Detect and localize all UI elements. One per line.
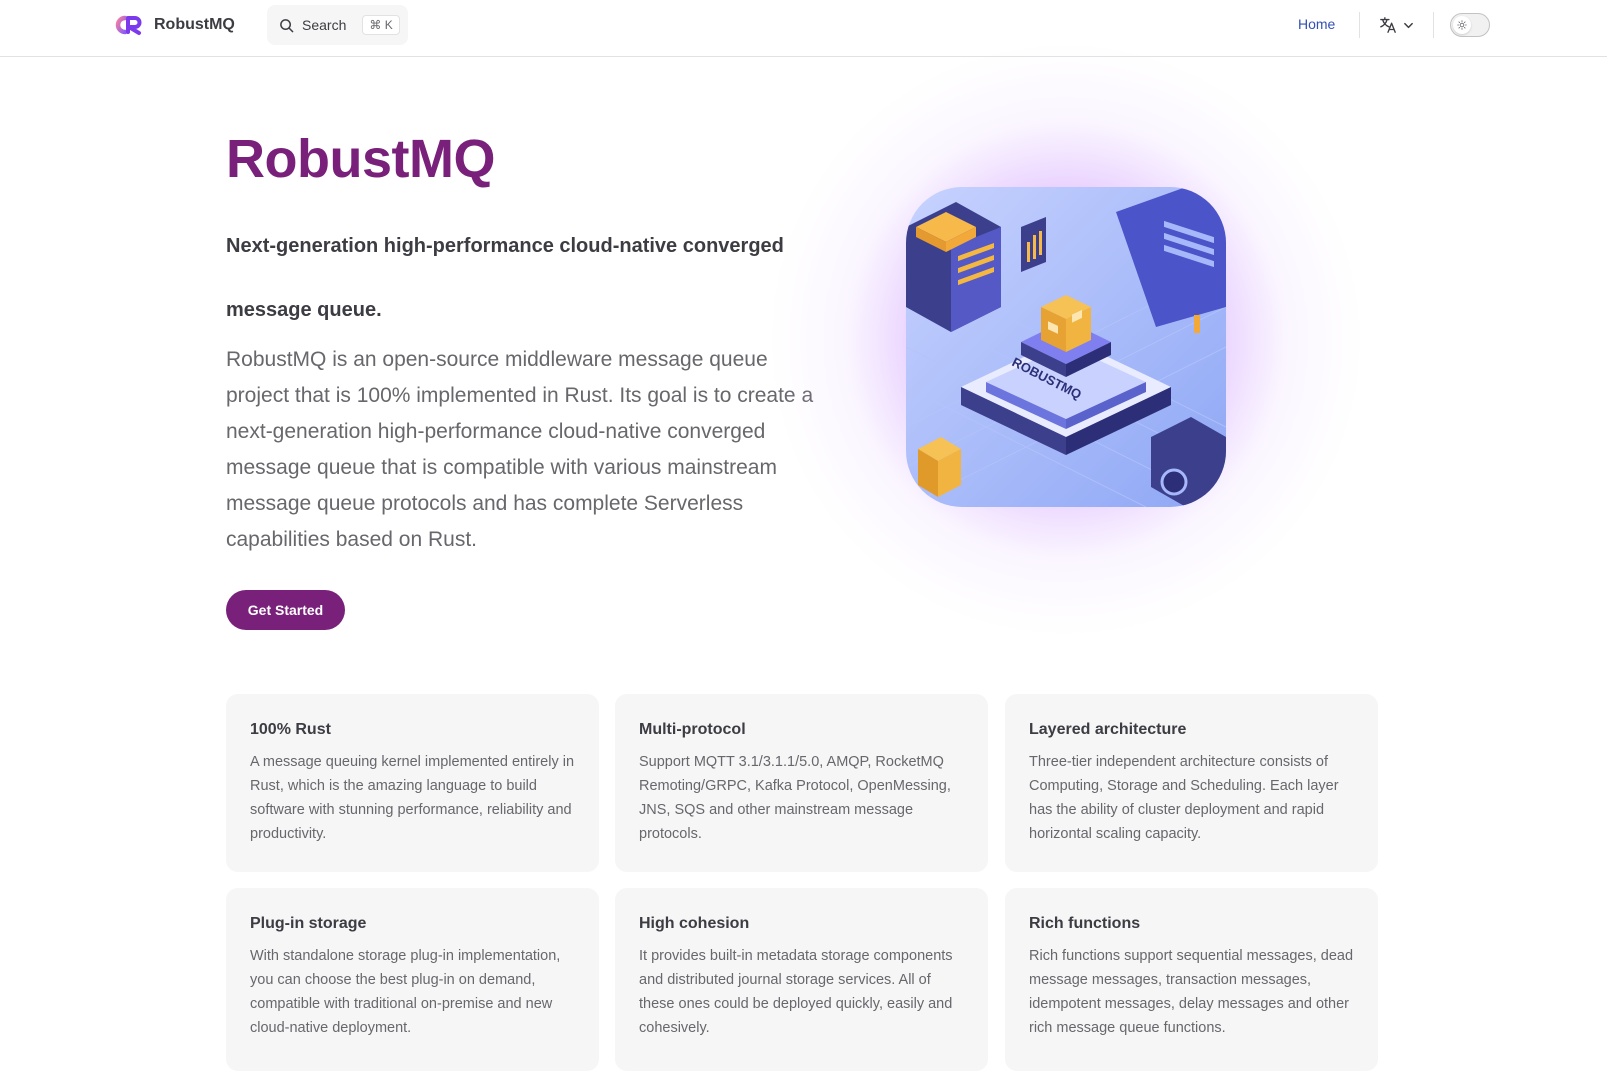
theme-toggle-knob <box>1453 16 1471 34</box>
search-icon <box>280 18 294 32</box>
feature-title: High cohesion <box>639 915 750 932</box>
feature-description: Rich functions support sequential messag… <box>1029 948 1354 1036</box>
feature-card: 100% Rust A message queuing kernel imple… <box>226 694 599 872</box>
hero-illustration: ROBUSTMQ <box>906 187 1226 507</box>
nav-divider <box>1433 12 1434 38</box>
feature-description: It provides built-in metadata storage co… <box>639 948 953 1036</box>
theme-toggle-switch[interactable] <box>1450 13 1490 37</box>
feature-description: Support MQTT 3.1/3.1.1/5.0, AMQP, Rocket… <box>639 754 951 842</box>
feature-description: With standalone storage plug-in implemen… <box>250 948 561 1036</box>
feature-description: Three-tier independent architecture cons… <box>1029 754 1339 842</box>
language-switcher[interactable] <box>1379 16 1414 34</box>
sun-icon <box>1457 20 1467 30</box>
feature-title: Layered architecture <box>1029 721 1187 738</box>
feature-title: 100% Rust <box>250 721 331 738</box>
robustmq-logo-icon <box>115 15 142 35</box>
hero-tagline: Next-generation high-performance cloud-n… <box>226 235 784 321</box>
search-label: Search <box>302 17 347 33</box>
brand-name: RobustMQ <box>154 16 235 33</box>
chevron-down-icon <box>1404 22 1413 28</box>
hero-description: RobustMQ is an open-source middleware me… <box>226 348 814 551</box>
feature-title: Rich functions <box>1029 915 1141 932</box>
feature-title: Plug-in storage <box>250 915 367 932</box>
feature-title: Multi-protocol <box>639 721 746 738</box>
feature-card: High cohesion It provides built-in metad… <box>615 888 988 1071</box>
search-shortcut: ⌘ K <box>362 15 400 35</box>
get-started-button[interactable]: Get Started <box>226 590 345 630</box>
brand-home-link[interactable]: RobustMQ <box>114 13 235 37</box>
feature-card: Rich functions Rich functions support se… <box>1005 888 1378 1071</box>
top-navbar: RobustMQ Search ⌘ K Home <box>0 0 1607 57</box>
feature-card: Multi-protocol Support MQTT 3.1/3.1.1/5.… <box>615 694 988 872</box>
search-button[interactable]: Search ⌘ K <box>267 5 408 45</box>
nav-divider <box>1359 12 1360 38</box>
feature-description: A message queuing kernel implemented ent… <box>250 754 575 842</box>
nav-link-home[interactable]: Home <box>1298 16 1335 32</box>
translate-icon <box>1380 17 1396 33</box>
feature-card: Plug-in storage With standalone storage … <box>226 888 599 1071</box>
feature-card: Layered architecture Three-tier independ… <box>1005 694 1378 872</box>
hero-title: RobustMQ <box>226 129 495 189</box>
